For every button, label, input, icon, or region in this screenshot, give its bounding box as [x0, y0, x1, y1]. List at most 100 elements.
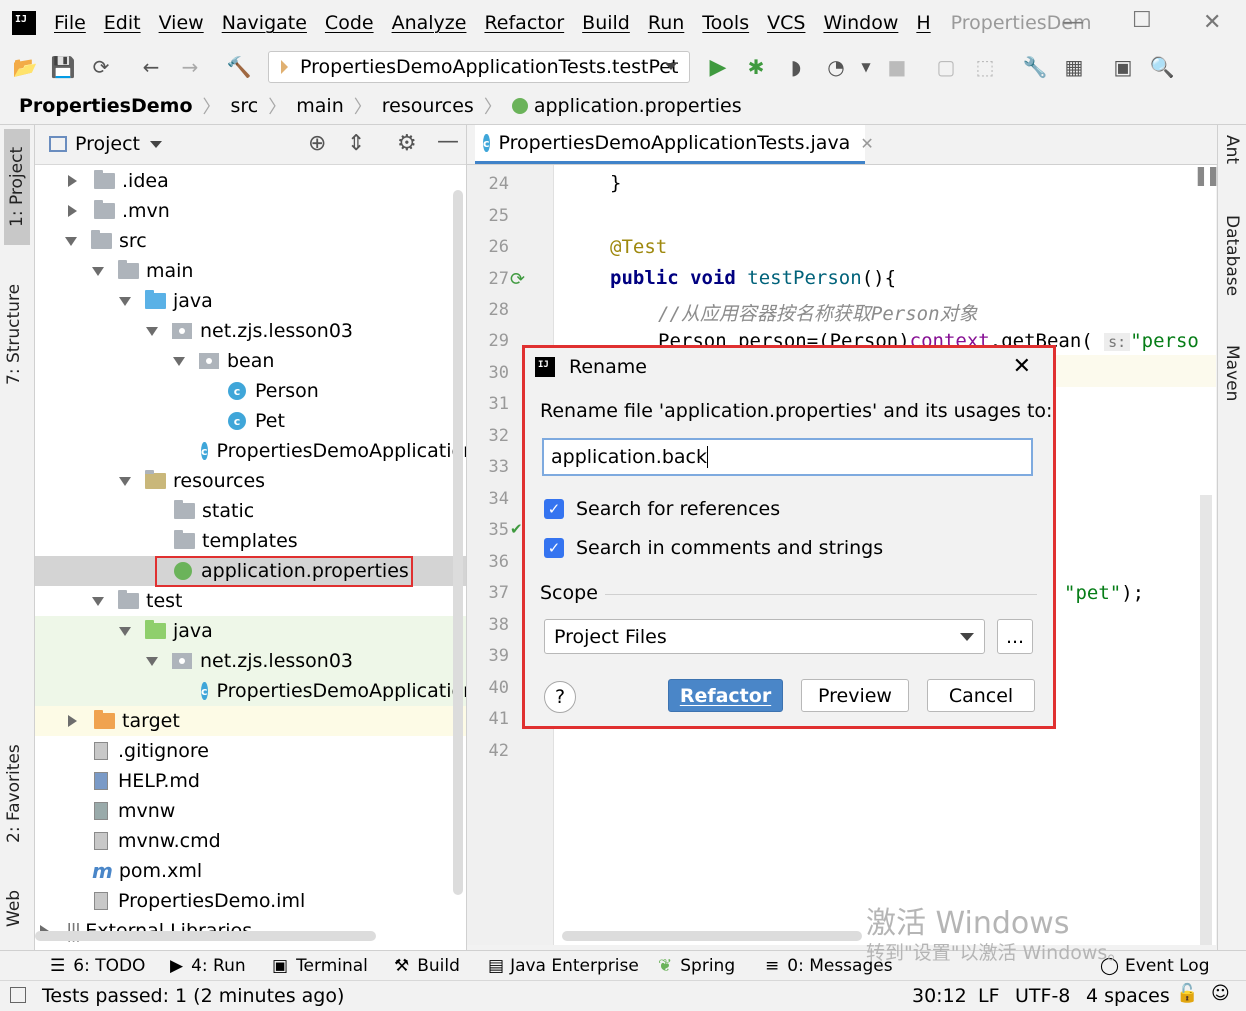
search-comments-checkbox[interactable]: ✓ Search in comments and strings [544, 537, 883, 559]
settings-wrench-icon[interactable]: 🔧 [1022, 54, 1048, 80]
tab-build[interactable]: ⚒ Build [394, 956, 460, 976]
breadcrumb-resources[interactable]: resources [382, 95, 474, 117]
breadcrumb-main[interactable]: main [296, 95, 343, 117]
locate-target-icon[interactable]: ⊕ [308, 131, 326, 156]
tab-database[interactable]: Database [1222, 215, 1242, 296]
chevron-down-icon[interactable] [119, 296, 131, 306]
project-view-label[interactable]: Project [75, 133, 140, 155]
menu-help[interactable]: H [916, 12, 930, 34]
cancel-button[interactable]: Cancel [927, 679, 1035, 712]
menu-edit[interactable]: Edit [104, 12, 141, 34]
lock-icon[interactable]: 🔓 [1176, 983, 1198, 1004]
chevron-down-icon[interactable] [146, 656, 158, 666]
preview-button[interactable]: Preview [801, 679, 909, 712]
close-tab-icon[interactable]: ✕ [860, 134, 873, 153]
menu-analyze[interactable]: Analyze [392, 12, 467, 34]
tree-item-person[interactable]: c Person [35, 376, 466, 406]
breadcrumb-file[interactable]: application.properties [534, 95, 742, 117]
menu-file[interactable]: File [54, 12, 86, 34]
tree-item-idea[interactable]: .idea [35, 166, 466, 196]
tab-run[interactable]: ▶ 4: Run [170, 956, 246, 976]
presentation-icon[interactable]: ▣ [1110, 54, 1136, 80]
cursor-position[interactable]: 30:12 [912, 985, 967, 1007]
search-references-checkbox[interactable]: ✓ Search for references [544, 498, 780, 520]
tree-item-bean[interactable]: bean [35, 346, 466, 376]
editor-scrollbar[interactable] [1200, 495, 1212, 945]
tree-item-resources[interactable]: resources [35, 466, 466, 496]
chevron-down-icon[interactable] [119, 626, 131, 636]
breadcrumb-project[interactable]: PropertiesDemo [19, 95, 193, 117]
close-window-icon[interactable]: ✕ [1203, 10, 1221, 35]
chevron-down-icon[interactable] [146, 326, 158, 336]
run-test-gutter-icon[interactable]: ⟳ [510, 269, 525, 290]
vertical-scrollbar[interactable] [453, 190, 463, 895]
run-configuration-select[interactable]: PropertiesDemoApplicationTests.testPet [268, 51, 690, 83]
chevron-down-icon[interactable] [92, 266, 104, 276]
scope-select[interactable]: Project Files [544, 619, 985, 654]
breadcrumb-src[interactable]: src [231, 95, 259, 117]
forward-icon[interactable]: → [177, 54, 203, 80]
tree-item-test-package[interactable]: net.zjs.lesson03 [35, 646, 466, 676]
chevron-down-icon[interactable] [119, 476, 131, 486]
debug-icon[interactable]: ✱ [743, 54, 769, 80]
build-hammer-icon[interactable]: 🔨 [226, 54, 252, 80]
tree-item-iml[interactable]: PropertiesDemo.iml [35, 886, 466, 916]
chevron-down-icon[interactable] [65, 236, 77, 246]
tree-item-main[interactable]: main [35, 256, 466, 286]
tab-ant[interactable]: Ant [1222, 135, 1242, 164]
toggle-tool-windows-icon[interactable] [10, 987, 26, 1003]
chevron-down-icon[interactable] [173, 356, 185, 366]
menu-view[interactable]: View [159, 12, 204, 34]
tree-item-mvnw-cmd[interactable]: mvnw.cmd [35, 826, 466, 856]
menu-window[interactable]: Window [823, 12, 898, 34]
stop-icon[interactable]: ■ [884, 54, 910, 80]
tab-todo[interactable]: ☰ 6: TODO [50, 956, 145, 976]
tab-java-enterprise[interactable]: ▤ Java Enterprise [488, 956, 639, 976]
menu-tools[interactable]: Tools [702, 12, 749, 34]
tree-item-mvnw[interactable]: mvnw [35, 796, 466, 826]
tree-item-gitignore[interactable]: .gitignore [35, 736, 466, 766]
tree-item-target[interactable]: target [35, 706, 466, 736]
maximize-icon[interactable]: ☐ [1132, 8, 1152, 33]
tab-web[interactable]: Web [4, 865, 24, 927]
project-structure-icon[interactable]: ▦ [1061, 54, 1087, 80]
tree-item-test-class[interactable]: c PropertiesDemoApplication [35, 676, 466, 706]
menu-navigate[interactable]: Navigate [222, 12, 307, 34]
hide-panel-icon[interactable]: — [437, 129, 459, 154]
menu-vcs[interactable]: VCS [767, 12, 805, 34]
tree-item-application-class[interactable]: c PropertiesDemoApplication [35, 436, 466, 466]
editor-horizontal-scrollbar[interactable] [562, 931, 862, 941]
inspector-face-icon[interactable]: ☺ [1211, 983, 1230, 1004]
tab-maven[interactable]: Maven [1222, 345, 1242, 401]
menu-run[interactable]: Run [648, 12, 684, 34]
chevron-right-icon[interactable] [68, 205, 77, 217]
deploy-icon[interactable]: ⬚ [972, 54, 998, 80]
save-icon[interactable]: 💾 [50, 54, 76, 80]
menu-code[interactable]: Code [325, 12, 374, 34]
tab-spring[interactable]: ❦ Spring [658, 956, 735, 976]
minimize-icon[interactable]: — [1062, 10, 1084, 35]
tab-structure[interactable]: 7: Structure [4, 265, 24, 385]
back-icon[interactable]: ← [138, 54, 164, 80]
run-test-gutter-icon[interactable]: ✔ [510, 520, 523, 538]
tree-item-pom[interactable]: m pom.xml [35, 856, 466, 886]
status-message[interactable]: Tests passed: 1 (2 minutes ago) [42, 985, 344, 1007]
indent-setting[interactable]: 4 spaces [1086, 985, 1170, 1007]
attach-icon[interactable]: ▢ [933, 54, 959, 80]
tree-item-pet[interactable]: c Pet [35, 406, 466, 436]
tab-terminal[interactable]: ▣ Terminal [272, 956, 368, 976]
horizontal-scrollbar[interactable] [35, 931, 376, 941]
line-separator[interactable]: LF [978, 985, 1000, 1007]
run-icon[interactable]: ▶ [705, 54, 731, 80]
menu-refactor[interactable]: Refactor [484, 12, 564, 34]
tree-item-help-md[interactable]: HELP.md [35, 766, 466, 796]
collapse-all-icon[interactable]: ⇕ [347, 131, 365, 156]
tree-item-mvn[interactable]: .mvn [35, 196, 466, 226]
tree-item-test-java[interactable]: java [35, 616, 466, 646]
profile-dropdown-icon[interactable]: ▼ [853, 54, 879, 80]
scope-more-button[interactable]: ... [997, 619, 1033, 654]
tab-favorites[interactable]: 2: Favorites [4, 725, 24, 843]
file-encoding[interactable]: UTF-8 [1015, 985, 1070, 1007]
help-button[interactable]: ? [544, 681, 576, 713]
coverage-icon[interactable]: ◗ [783, 54, 809, 80]
